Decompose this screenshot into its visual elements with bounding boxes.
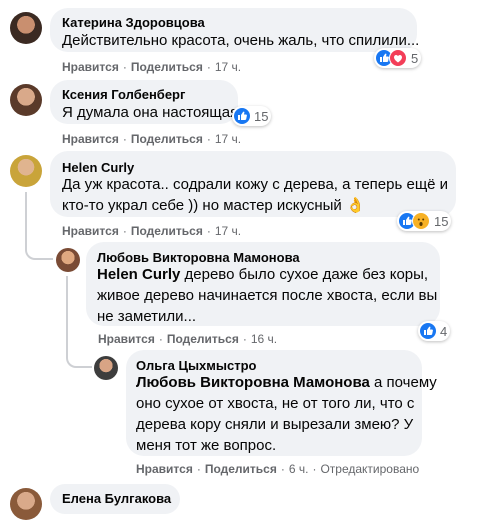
like-action[interactable]: Нравится [62,132,119,146]
edited-label: Отредактировано [320,462,420,476]
share-action[interactable]: Поделиться [131,60,203,74]
timestamp[interactable]: 16 ч. [251,332,277,346]
reaction-summary[interactable]: 5 [374,48,422,68]
comment-line: Да уж красота.. содрали кожу с дерева, а… [62,176,449,193]
mention-link[interactable]: Любовь Викторовна Мамонова [136,374,370,391]
comment-text: Действительно красота, очень жаль, что с… [62,32,420,49]
comment-actions: Нравится · Поделиться · 17 ч. [62,132,242,146]
comment-text: Я думала она настоящая [62,104,239,121]
avatar[interactable] [10,84,42,116]
comment-actions: Нравится · Поделиться · 17 ч. [62,224,242,238]
reply-bubble: Ольга Цыхмыстро Любовь Викторовна Мамоно… [126,350,437,456]
timestamp[interactable]: 17 ч. [215,60,241,74]
love-icon [389,49,407,67]
reply-bubble: Любовь Викторовна Мамонова Helen Curly д… [86,242,440,326]
comment-bubble: Helen Curly Да уж красота.. содрали кожу… [50,151,456,217]
reaction-count: 15 [254,108,269,124]
reaction-summary[interactable]: 15 [232,106,272,126]
comment-author[interactable]: Катерина Здоровцова [62,15,205,30]
wow-icon [412,212,430,230]
like-action[interactable]: Нравится [98,332,155,346]
avatar[interactable] [94,356,118,380]
comment-line: дерева кору сняли и вырезали змею? У [136,416,414,433]
comment-actions: Нравится · Поделиться · 17 ч. [62,60,242,74]
reaction-summary[interactable]: 15 [397,211,452,231]
timestamp[interactable]: 17 ч. [215,224,241,238]
like-icon [420,323,436,339]
thread-line [25,192,53,260]
comment-bubble: Елена Булгакова [50,484,180,514]
share-action[interactable]: Поделиться [131,224,203,238]
avatar[interactable] [56,248,80,272]
mention-link[interactable]: Helen Curly [97,266,180,283]
reaction-count: 5 [411,50,419,66]
comment-line: живое дерево начинается после хвоста, ес… [97,287,438,304]
reaction-count: 4 [440,323,448,339]
comment-line: кто-то украл себе )) но мастер искусный … [62,197,365,214]
like-action[interactable]: Нравится [62,224,119,238]
share-action[interactable]: Поделиться [167,332,239,346]
comment-bubble: Катерина Здоровцова Действительно красот… [50,8,420,52]
comment-text: Любовь Викторовна Мамонова а почему оно … [136,372,437,456]
comment-author[interactable]: Helen Curly [62,160,134,175]
comment-text: Helen Curly дерево было сухое даже без к… [97,264,437,327]
comment-line: а почему [369,374,437,391]
comment-author[interactable]: Ольга Цыхмыстро [136,358,256,373]
timestamp[interactable]: 6 ч. [289,462,309,476]
comment-bubble: Ксения Голбенберг Я думала она настоящая [50,80,238,124]
comment-actions: Нравится · Поделиться · 6 ч. · Отредактировано [136,462,420,476]
avatar[interactable] [10,12,42,44]
avatar[interactable] [10,155,42,187]
comment-actions: Нравится · Поделиться · 16 ч. [98,332,278,346]
share-action[interactable]: Поделиться [131,132,203,146]
like-action[interactable]: Нравится [62,60,119,74]
comment-line: оно сухое от хвоста, не от того ли, что … [136,395,415,412]
comment-author[interactable]: Ксения Голбенберг [62,87,185,102]
avatar[interactable] [10,488,42,520]
timestamp[interactable]: 17 ч. [215,132,241,146]
comment-line: дерево было сухое даже без коры, [180,266,429,283]
like-action[interactable]: Нравится [136,462,193,476]
comment-line: меня тот же вопрос. [136,437,277,454]
comment-author[interactable]: Любовь Викторовна Мамонова [97,250,300,265]
comment-text: Да уж красота.. содрали кожу с дерева, а… [62,174,448,216]
like-icon [234,108,250,124]
comment-line: не заметили... [97,308,197,325]
reaction-summary[interactable]: 4 [418,321,451,341]
reaction-count: 15 [434,213,449,229]
share-action[interactable]: Поделиться [205,462,277,476]
